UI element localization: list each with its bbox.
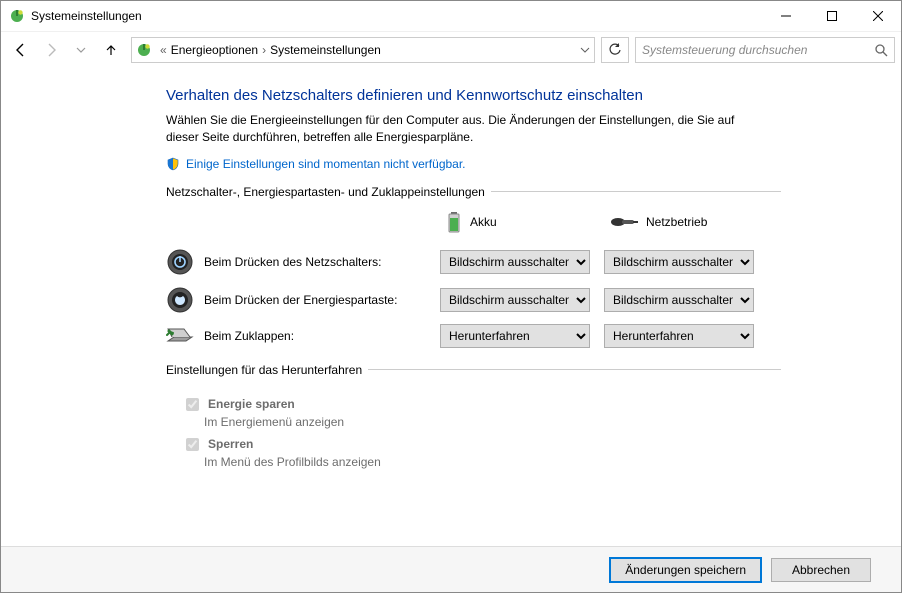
checkbox-sleep-input[interactable] [186,398,199,411]
minimize-button[interactable] [763,1,809,31]
chevron-right-icon: › [262,43,266,57]
row-lid-close-label: Beim Zuklappen: [204,329,294,343]
power-buttons-group: Netzschalter-, Energiespartasten- und Zu… [166,185,781,353]
row-power-button-label: Beim Drücken des Netzschalters: [204,255,381,269]
content-area: Verhalten des Netzschalters definieren u… [1,67,901,546]
checkbox-lock-sub: Im Menü des Profilbilds anzeigen [204,455,781,469]
power-button-icon [166,249,194,275]
row-sleep-button-label: Beim Drücken der Energiespartaste: [204,293,397,307]
search-placeholder: Systemsteuerung durchsuchen [642,43,807,57]
checkbox-sleep-label: Energie sparen [208,397,295,411]
window-title: Systemeinstellungen [31,9,142,23]
shutdown-settings-legend: Einstellungen für das Herunterfahren [166,363,368,377]
power-buttons-legend: Netzschalter-, Energiespartasten- und Zu… [166,185,491,199]
search-input[interactable]: Systemsteuerung durchsuchen [635,37,895,63]
shutdown-settings-group: Einstellungen für das Herunterfahren Ene… [166,363,781,475]
navbar: « Energieoptionen › Systemeinstellungen … [1,31,901,67]
breadcrumb-prefix: « [160,43,167,57]
shield-icon [166,157,180,171]
lid-close-icon [166,325,194,347]
lid-close-battery-select[interactable]: Nichts unternehmenEnergie sparenRuhezust… [440,324,590,348]
row-sleep-button: Beim Drücken der Energiespartaste: [166,281,426,319]
battery-icon [446,210,462,234]
column-header-plugged-label: Netzbetrieb [646,215,707,229]
sleep-button-plugged-select[interactable]: Nichts unternehmenEnergie sparenRuhezust… [604,288,754,312]
power-options-icon [136,42,152,58]
column-header-battery-label: Akku [470,215,497,229]
column-header-plugged: Netzbetrieb [604,209,754,235]
maximize-button[interactable] [809,1,855,31]
search-icon [874,43,888,57]
footer: Änderungen speichern Abbrechen [1,546,901,592]
checkbox-lock-label: Sperren [208,437,253,451]
cancel-button[interactable]: Abbrechen [771,558,871,582]
save-button[interactable]: Änderungen speichern [610,558,761,582]
nav-up-button[interactable] [97,36,125,64]
row-power-button: Beim Drücken des Netzschalters: [166,243,426,281]
titlebar: Systemeinstellungen [1,1,901,31]
row-lid-close: Beim Zuklappen: [166,319,426,353]
column-header-battery: Akku [440,209,590,235]
admin-unlock-text: Einige Einstellungen sind momentan nicht… [186,157,466,171]
sleep-button-battery-select[interactable]: Nichts unternehmenEnergie sparenRuhezust… [440,288,590,312]
refresh-button[interactable] [601,37,629,63]
breadcrumb-dropdown-icon[interactable] [580,45,590,55]
checkbox-lock[interactable]: Sperren [182,435,781,454]
plug-icon [610,215,638,229]
admin-unlock-link[interactable]: Einige Einstellungen sind momentan nicht… [166,157,861,171]
nav-back-button[interactable] [7,36,35,64]
page-title: Verhalten des Netzschalters definieren u… [166,87,861,104]
breadcrumb[interactable]: « Energieoptionen › Systemeinstellungen [131,37,595,63]
power-button-battery-select[interactable]: Nichts unternehmenEnergie sparenRuhezust… [440,250,590,274]
nav-forward-button[interactable] [37,36,65,64]
breadcrumb-segment-1[interactable]: Energieoptionen [171,43,258,57]
nav-recent-button[interactable] [67,36,95,64]
close-button[interactable] [855,1,901,31]
checkbox-sleep[interactable]: Energie sparen [182,395,781,414]
checkbox-sleep-sub: Im Energiemenü anzeigen [204,415,781,429]
window: Systemeinstellungen « Energieoptionen › … [0,0,902,593]
app-icon [9,8,25,24]
checkbox-lock-input[interactable] [186,438,199,451]
page-description: Wählen Sie die Energieeinstellungen für … [166,112,766,147]
power-button-plugged-select[interactable]: Nichts unternehmenEnergie sparenRuhezust… [604,250,754,274]
sleep-button-icon [166,287,194,313]
lid-close-plugged-select[interactable]: Nichts unternehmenEnergie sparenRuhezust… [604,324,754,348]
breadcrumb-segment-2[interactable]: Systemeinstellungen [270,43,381,57]
